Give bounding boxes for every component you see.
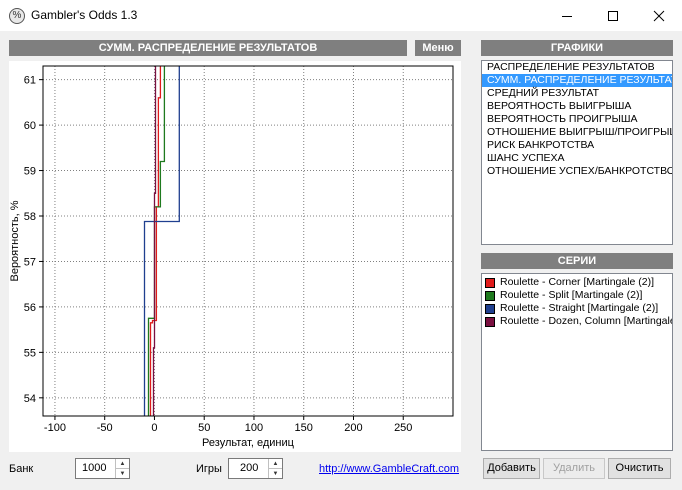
x-tick-label: -100 (44, 422, 66, 434)
games-value[interactable]: 200 (240, 462, 258, 474)
menu-button[interactable]: Меню (415, 40, 461, 56)
graphs-list-item[interactable]: ВЕРОЯТНОСТЬ ПРОИГРЫША (482, 113, 672, 126)
series-label: Roulette - Split [Martingale (2)] (500, 289, 643, 301)
series-list-item[interactable]: Roulette - Dozen, Column [Martingale (2)… (482, 315, 672, 328)
graphs-list-item[interactable]: РАСПРЕДЕЛЕНИЕ РЕЗУЛЬТАТОВ (482, 61, 672, 74)
percent-icon: % (9, 8, 25, 24)
x-tick-label: 50 (198, 422, 210, 434)
series-label: Roulette - Straight [Martingale (2)] (500, 302, 659, 314)
series-list-item[interactable]: Roulette - Corner [Martingale (2)] (482, 276, 672, 289)
close-button[interactable] (636, 0, 682, 31)
graphs-list-item[interactable]: ВЕРОЯТНОСТЬ ВЫИГРЫША (482, 100, 672, 113)
bank-value[interactable]: 1000 (82, 462, 106, 474)
y-tick-label: 55 (24, 347, 36, 359)
y-tick-label: 54 (24, 393, 36, 405)
games-up-arrow-icon[interactable]: ▲ (269, 459, 282, 469)
add-button[interactable]: Добавить (483, 458, 540, 479)
y-tick-label: 59 (24, 166, 36, 178)
bank-spinbox[interactable]: 1000 ▲ ▼ (75, 458, 130, 479)
graphs-list-item[interactable]: ОТНОШЕНИЕ УСПЕХ/БАНКРОТСТВО (482, 165, 672, 178)
series-color-swatch (485, 277, 495, 288)
y-tick-label: 60 (24, 120, 36, 132)
graphs-list-item[interactable]: СУММ. РАСПРЕДЕЛЕНИЕ РЕЗУЛЬТАТОВ (482, 74, 672, 87)
chart-svg: -100 -50 0 50 100 150 200 250 54 55 56 57 58 59 60 61 Ре… (9, 65, 454, 449)
maximize-icon (608, 10, 618, 21)
series-label: Roulette - Corner [Martingale (2)] (500, 276, 655, 288)
series-panel-title: СЕРИИ (481, 253, 673, 269)
series-color-swatch (485, 316, 495, 327)
minimize-icon (562, 15, 572, 17)
series-line (143, 66, 180, 416)
y-tick-label: 61 (24, 75, 36, 87)
series-list-item[interactable]: Roulette - Straight [Martingale (2)] (482, 302, 672, 315)
games-spinbox[interactable]: 200 ▲ ▼ (228, 458, 283, 479)
graphs-list-item[interactable]: ОТНОШЕНИЕ ВЫИГРЫШ/ПРОИГРЫШ (482, 126, 672, 139)
series-list-item[interactable]: Roulette - Split [Martingale (2)] (482, 289, 672, 302)
y-axis-label: Вероятность, % (9, 200, 21, 281)
games-label: Игры (196, 463, 222, 475)
graphs-list-item[interactable]: СРЕДНИЙ РЕЗУЛЬТАТ (482, 87, 672, 100)
clear-button[interactable]: Очистить (608, 458, 671, 479)
x-tick-label: 100 (245, 422, 263, 434)
minimize-button[interactable] (544, 0, 590, 31)
x-tick-label: 150 (295, 422, 313, 434)
delete-button[interactable]: Удалить (543, 458, 605, 479)
graphs-list[interactable]: РАСПРЕДЕЛЕНИЕ РЕЗУЛЬТАТОВ СУММ. РАСПРЕДЕЛ… (481, 60, 673, 245)
y-tick-label: 57 (24, 256, 36, 268)
x-tick-label: -50 (97, 422, 113, 434)
x-tick-label: 250 (394, 422, 412, 434)
close-icon (653, 10, 665, 21)
y-tick-label: 58 (24, 211, 36, 223)
bank-down-arrow-icon[interactable]: ▼ (116, 469, 129, 478)
x-tick-label: 0 (151, 422, 157, 434)
maximize-button[interactable] (590, 0, 636, 31)
window-title: Gambler's Odds 1.3 (31, 8, 138, 22)
gamblecraft-link[interactable]: http://www.GambleCraft.com (319, 463, 459, 475)
series-label: Roulette - Dozen, Column [Martingale (2)… (500, 315, 673, 327)
graphs-list-item[interactable]: РИСК БАНКРОТСТВА (482, 139, 672, 152)
graphs-list-item[interactable]: ШАНС УСПЕХА (482, 152, 672, 165)
series-color-swatch (485, 290, 495, 301)
series-list[interactable]: Roulette - Corner [Martingale (2)] Roulet… (481, 273, 673, 451)
chart-area: -100 -50 0 50 100 150 200 250 54 55 56 57 58 59 60 61 Ре… (9, 61, 461, 452)
graphs-panel-title: ГРАФИКИ (481, 40, 673, 56)
series-color-swatch (485, 303, 495, 314)
y-tick-label: 56 (24, 302, 36, 314)
title-bar: % Gambler's Odds 1.3 (0, 0, 682, 31)
x-tick-label: 200 (344, 422, 362, 434)
chart-title: СУММ. РАСПРЕДЕЛЕНИЕ РЕЗУЛЬТАТОВ (9, 40, 407, 56)
x-axis-label: Результат, единиц (202, 437, 295, 449)
bank-up-arrow-icon[interactable]: ▲ (116, 459, 129, 469)
games-down-arrow-icon[interactable]: ▼ (269, 469, 282, 478)
bank-label: Банк (9, 463, 34, 475)
